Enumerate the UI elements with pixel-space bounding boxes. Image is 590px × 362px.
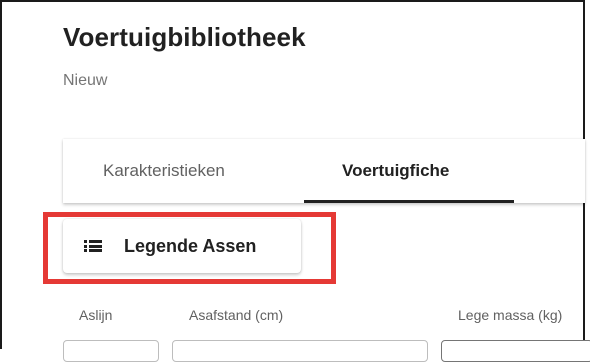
column-header-lege-massa: Lege massa (kg) (458, 307, 563, 323)
lege-massa-input[interactable] (441, 340, 590, 362)
window-frame-left (0, 0, 2, 349)
active-tab-indicator (304, 200, 514, 203)
page-title: Voertuigbibliotheek (63, 22, 306, 52)
asafstand-input[interactable] (172, 340, 428, 362)
column-header-aslijn: Aslijn (79, 307, 113, 323)
page-subtitle: Nieuw (63, 72, 108, 89)
tab-voertuigfiche[interactable]: Voertuigfiche (342, 139, 449, 203)
window-frame-top (0, 0, 585, 2)
tab-bar: Karakteristieken Voertuigfiche (63, 139, 585, 203)
highlight-annotation (43, 212, 336, 284)
column-header-asafstand: Asafstand (cm) (189, 307, 284, 323)
tab-karakteristieken[interactable]: Karakteristieken (103, 139, 225, 203)
aslijn-input[interactable] (63, 340, 159, 362)
